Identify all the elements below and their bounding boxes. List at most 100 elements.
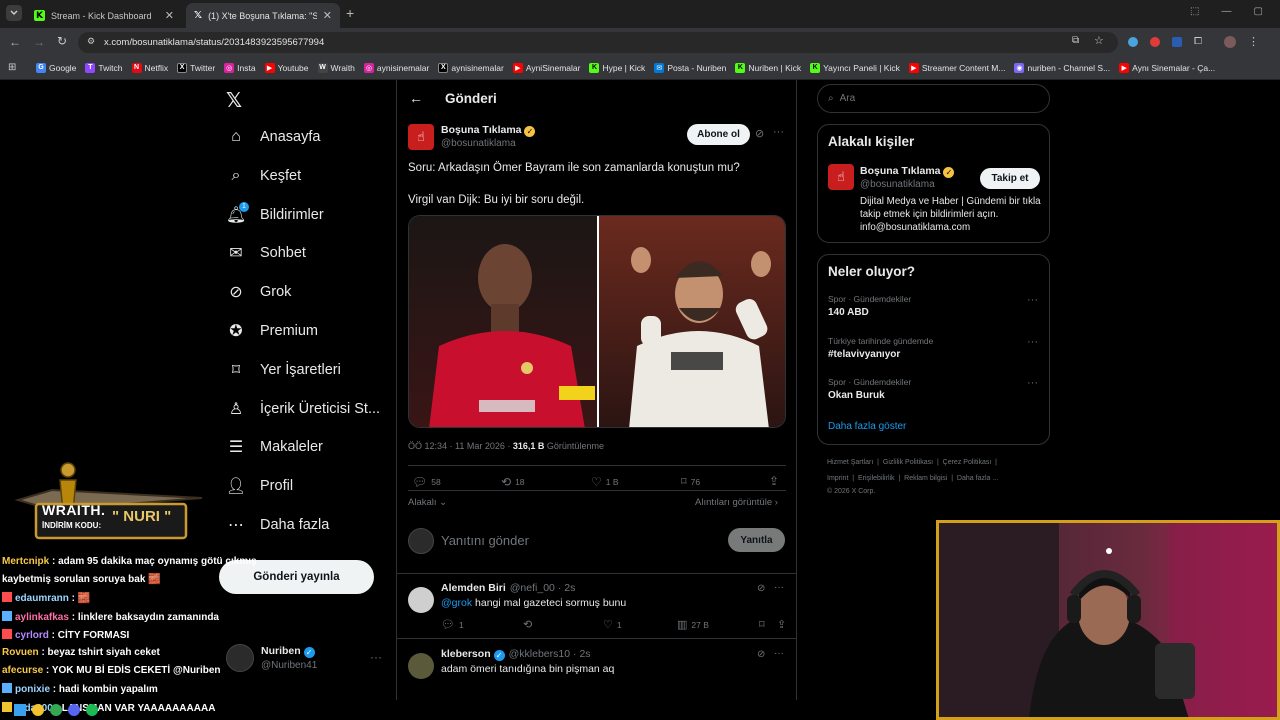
- browser-tab-kick[interactable]: K Stream - Kick Dashboard ✕: [26, 3, 182, 28]
- nav-item-6[interactable]: ✪ Premium: [226, 321, 318, 341]
- nav-item-5[interactable]: ⊘ Grok: [226, 282, 291, 302]
- post-media[interactable]: [408, 215, 786, 428]
- bookmark-item[interactable]: ▶ AyniSinemalar: [512, 62, 580, 73]
- bookmark-item[interactable]: K Nuriben | Kick: [735, 62, 801, 73]
- footer-links-1[interactable]: Hizmet Şartları | Gizlilik Politikası | …: [827, 459, 997, 466]
- bookmark-item[interactable]: ◎ aynisinemalar: [363, 62, 429, 73]
- bookmark-item[interactable]: K Hype | Kick: [589, 62, 645, 73]
- apps-icon[interactable]: ⊞: [8, 62, 16, 73]
- grok-icon[interactable]: ⊘: [757, 583, 765, 594]
- post-timestamp[interactable]: ÖÖ 12:34 · 11 Mar 2026 ·: [408, 441, 513, 451]
- nav-item-3[interactable]: 🔔︎ 1 Bildirimler: [226, 201, 324, 225]
- bookmark-item[interactable]: K Yayıncı Paneli | Kick: [810, 62, 900, 73]
- profile-tab-icon[interactable]: ⬚: [1190, 6, 1199, 17]
- bookmark-star-icon[interactable]: ☆: [1094, 34, 1104, 47]
- bookmark-item[interactable]: Xaynisinemalar: [438, 62, 504, 73]
- extension-icon[interactable]: [1172, 36, 1182, 47]
- more-icon[interactable]: ···: [774, 582, 784, 593]
- menu-icon[interactable]: ⋮: [1248, 35, 1259, 48]
- person-handle[interactable]: @bosunatiklama: [860, 179, 935, 190]
- minimize-icon[interactable]: —: [1221, 6, 1231, 17]
- more-icon[interactable]: ···: [1027, 294, 1038, 306]
- reply-time[interactable]: · 2s: [558, 582, 576, 594]
- repost-action[interactable]: ⟲: [523, 618, 532, 631]
- windows-icon[interactable]: [14, 704, 26, 716]
- reply-avatar[interactable]: [408, 587, 434, 613]
- account-switcher[interactable]: Nuriben ✓ @Nuriben41 ···: [224, 642, 384, 676]
- address-bar[interactable]: ⚙ x.com/bosunatiklama/status/20314839235…: [78, 32, 1118, 53]
- bookmark-item[interactable]: X Twitter: [177, 62, 215, 73]
- back-arrow-icon[interactable]: ←: [409, 90, 423, 106]
- avatar[interactable]: [1224, 35, 1236, 48]
- heart-action[interactable]: ♡ 1: [603, 618, 622, 631]
- bookmark-action[interactable]: ⌑ 76: [681, 475, 700, 488]
- bookmark-item[interactable]: T Twitch: [85, 62, 123, 73]
- bookmark-item[interactable]: ▶ Aynı Sinemalar - Ça...: [1119, 62, 1215, 73]
- reply-avatar[interactable]: [408, 653, 434, 679]
- nav-item-7[interactable]: ⌑ Yer İşaretleri: [226, 360, 341, 380]
- more-icon[interactable]: ···: [773, 126, 784, 138]
- footer-links-2[interactable]: Imprint | Erişilebilirlik | Reklam bilgi…: [827, 475, 998, 482]
- nav-item-11[interactable]: ⋯ Daha fazla: [226, 515, 329, 535]
- grok-icon[interactable]: ⊘: [757, 649, 765, 660]
- chrome-icon[interactable]: [50, 704, 62, 716]
- tab-search-button[interactable]: [6, 5, 22, 21]
- x-logo-icon[interactable]: 𝕏: [226, 88, 242, 113]
- extension-icon[interactable]: [1128, 36, 1138, 47]
- trend-item[interactable]: Türkiye tarihinde gündemde #telavivyanıyo…: [828, 336, 1038, 360]
- nav-item-4[interactable]: ✉ Sohbet: [226, 243, 306, 263]
- new-tab-button[interactable]: +: [346, 5, 354, 21]
- show-more-link[interactable]: Daha fazla göster: [828, 421, 906, 432]
- more-icon[interactable]: ···: [774, 648, 784, 659]
- puzzle-icon[interactable]: ⧠: [1194, 36, 1202, 47]
- author-avatar[interactable]: ☝: [408, 124, 434, 150]
- spotify-icon[interactable]: [86, 704, 98, 716]
- views-action[interactable]: ▥ 27 B: [677, 618, 709, 631]
- nav-item-8[interactable]: ♙ İçerik Üreticisi St...: [226, 399, 380, 419]
- like-action[interactable]: ♡ 1 B: [591, 475, 619, 489]
- share-action[interactable]: ⇪: [777, 618, 786, 631]
- bookmark-item[interactable]: W Wraith: [317, 62, 355, 73]
- discord-icon[interactable]: [68, 704, 80, 716]
- trend-item[interactable]: Spor · Gündemdekiler 140 ABD ···: [828, 294, 1038, 318]
- reply-handle[interactable]: @kklebers10: [509, 648, 570, 660]
- sort-relevant[interactable]: Alakalı ⌄: [408, 497, 447, 508]
- nav-item-9[interactable]: ☰ Makaleler: [226, 437, 323, 457]
- reply-author[interactable]: kleberson: [441, 648, 491, 660]
- bookmark-item[interactable]: N Netflix: [131, 62, 168, 73]
- reply-action[interactable]: 💬︎ 58: [412, 475, 441, 489]
- bookmark-item[interactable]: ▶ Youtube: [264, 62, 309, 73]
- bookmark-item[interactable]: ▶ Streamer Content M...: [908, 62, 1005, 73]
- nav-item-1[interactable]: ⌂ Anasayfa: [226, 127, 320, 147]
- subscribe-button[interactable]: Abone ol: [687, 124, 750, 145]
- reply-action[interactable]: 💬︎ 1: [441, 618, 464, 631]
- trend-item[interactable]: Spor · Gündemdekiler Okan Buruk ···: [828, 377, 1038, 401]
- author-name-row[interactable]: Boşuna Tıklama ✓: [441, 124, 536, 137]
- more-icon[interactable]: ···: [1027, 336, 1038, 348]
- nav-item-2[interactable]: ⌕ Keşfet: [226, 166, 302, 186]
- follow-button[interactable]: Takip et: [980, 168, 1040, 189]
- reply-input[interactable]: Yanıtını gönder: [441, 533, 529, 548]
- reply-button[interactable]: Yanıtla: [728, 528, 785, 552]
- bookmark-item[interactable]: ◉ nuriben - Channel S...: [1014, 62, 1110, 73]
- reload-icon[interactable]: ↻: [57, 34, 67, 48]
- bookmark-item[interactable]: G Google: [36, 62, 76, 73]
- bookmark-action[interactable]: ⌑: [759, 618, 765, 631]
- extension-icon[interactable]: [1150, 36, 1160, 47]
- browser-tab-x[interactable]: 𝕏 (1) X'te Boşuna Tıklama: "Soru: ✕: [186, 3, 340, 28]
- author-avatar[interactable]: ☝: [828, 164, 854, 190]
- close-icon[interactable]: ✕: [323, 9, 332, 22]
- reply-time[interactable]: · 2s: [573, 648, 591, 660]
- reply-handle[interactable]: @nefi_00: [510, 582, 555, 594]
- author-handle[interactable]: @bosunatiklama: [441, 138, 516, 149]
- more-icon[interactable]: ···: [1027, 377, 1038, 389]
- more-icon[interactable]: ···: [370, 650, 382, 664]
- back-icon[interactable]: ←: [9, 35, 21, 49]
- close-icon[interactable]: ✕: [165, 9, 174, 22]
- repost-action[interactable]: ⟲ 18: [501, 475, 525, 489]
- bookmark-item[interactable]: ✉ Posta - Nuriben: [654, 62, 726, 73]
- maximize-icon[interactable]: ▢: [1253, 6, 1262, 17]
- search-input[interactable]: ⌕ Ara: [817, 84, 1050, 113]
- forward-icon[interactable]: →: [33, 35, 45, 49]
- bookmark-item[interactable]: ◎ Insta: [224, 62, 256, 73]
